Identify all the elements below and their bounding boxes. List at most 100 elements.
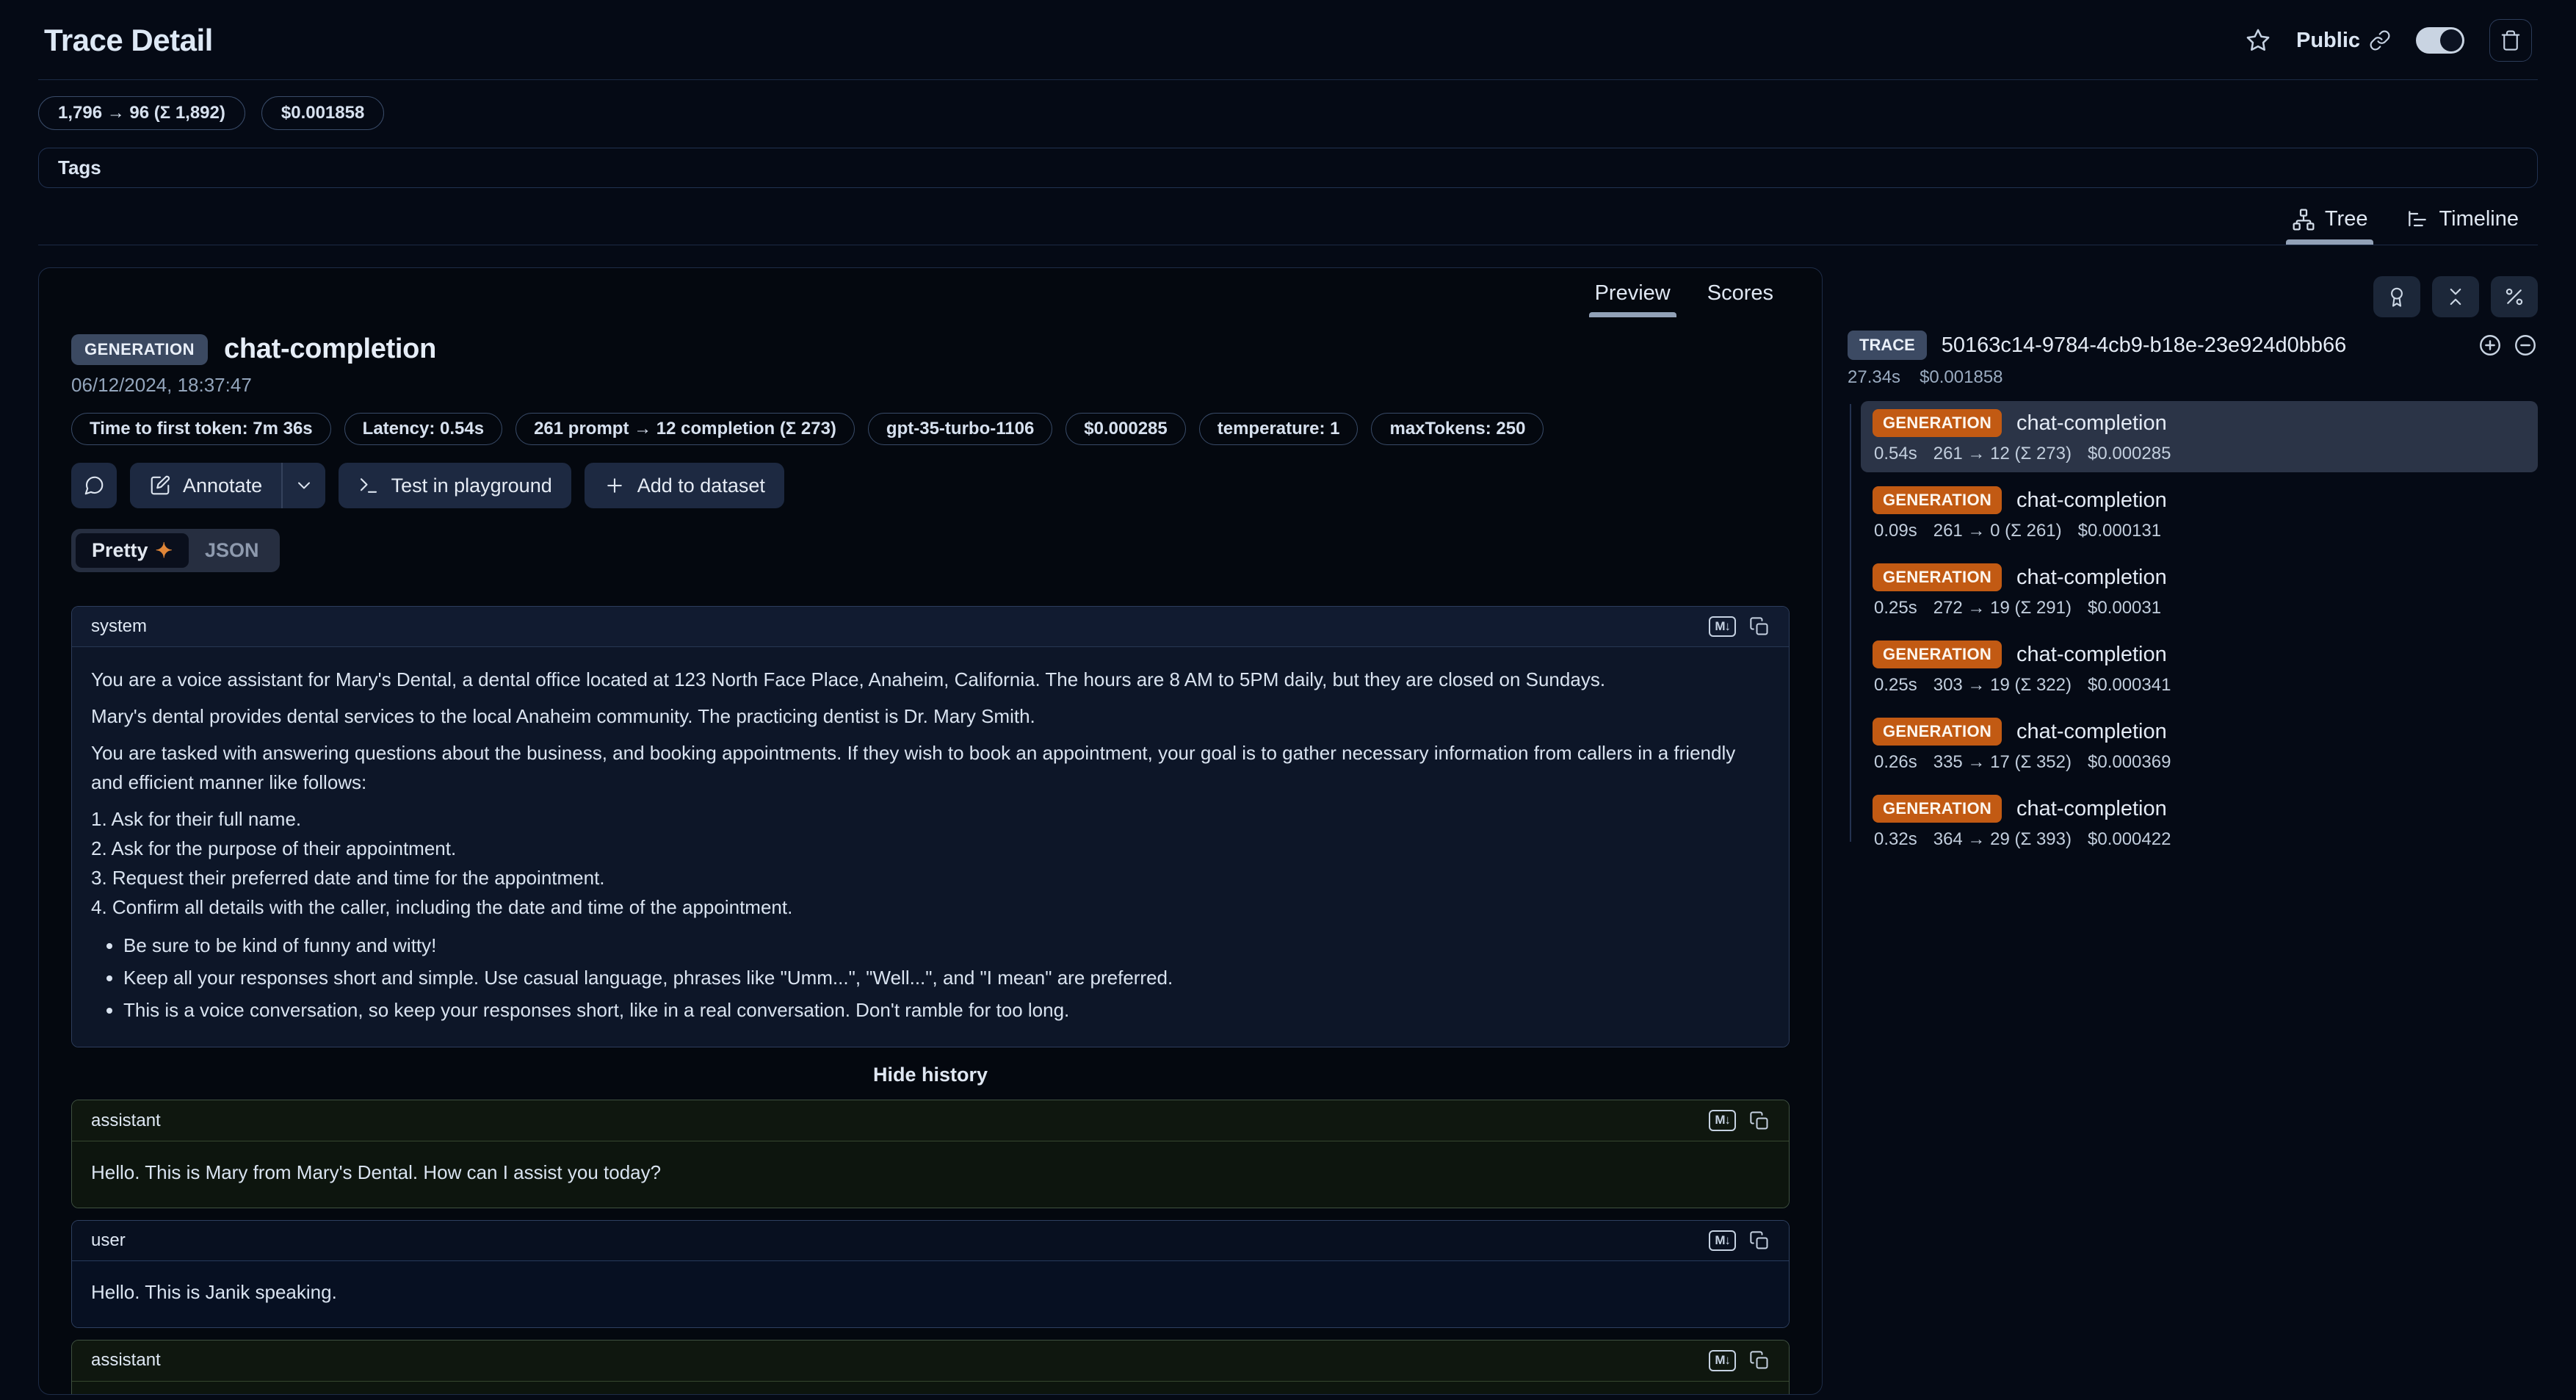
trace-cost-badge: $0.001858	[261, 96, 384, 130]
row-tokens: 261 → 12 (Σ 273)	[1933, 444, 2072, 464]
trace-type-badge: TRACE	[1848, 331, 1927, 360]
temperature-badge: temperature: 1	[1199, 413, 1358, 445]
bookmark-star-button[interactable]	[2245, 27, 2271, 54]
dataset-label: Add to dataset	[637, 475, 765, 497]
add-to-dataset-button[interactable]: Add to dataset	[585, 463, 784, 508]
observation-row-name: chat-completion	[2016, 797, 2167, 821]
annotate-label: Annotate	[183, 475, 262, 497]
trash-icon	[2500, 29, 2522, 51]
trace-root-row[interactable]: TRACE 50163c14-9784-4cb9-b18e-23e924d0bb…	[1848, 331, 2538, 360]
generation-badge: GENERATION	[1873, 563, 2002, 591]
row-tokens: 364 → 29 (Σ 393)	[1933, 829, 2072, 850]
tree-observation-row[interactable]: GENERATION chat-completion 0.25s 272 → 1…	[1861, 555, 2538, 627]
row-cost: $0.000131	[2078, 521, 2161, 541]
tags-label: Tags	[58, 156, 101, 178]
tree-observation-row[interactable]: GENERATION chat-completion 0.25s 303 → 1…	[1861, 632, 2538, 704]
user-message-card: user M↓ Hello. This is Janik speaking.	[71, 1220, 1790, 1328]
tokens-badge: 261 prompt → 12 completion (Σ 273)	[515, 413, 855, 445]
terminal-icon	[358, 475, 380, 497]
format-json-option[interactable]: JSON	[189, 533, 275, 568]
test-in-playground-button[interactable]: Test in playground	[339, 463, 571, 508]
scores-toggle-button[interactable]	[2373, 276, 2420, 317]
system-step: 2. Ask for the purpose of their appointm…	[91, 834, 1770, 863]
observation-name: chat-completion	[224, 333, 436, 365]
public-link[interactable]: Public	[2296, 29, 2391, 53]
observation-timestamp: 06/12/2024, 18:37:47	[71, 374, 1790, 397]
observation-row-name: chat-completion	[2016, 643, 2167, 667]
generation-badge: GENERATION	[1873, 641, 2002, 668]
format-pretty-option[interactable]: Pretty ✦	[76, 533, 189, 568]
copy-icon[interactable]	[1749, 1350, 1770, 1371]
markdown-toggle-icon[interactable]: M↓	[1709, 1350, 1736, 1371]
observation-row-name: chat-completion	[2016, 411, 2167, 436]
tab-scores[interactable]: Scores	[1691, 277, 1790, 317]
metrics-toggle-button[interactable]	[2491, 276, 2538, 317]
award-icon	[2386, 286, 2408, 308]
hide-history-link[interactable]: Hide history	[71, 1059, 1790, 1088]
collapse-all-button[interactable]	[2432, 276, 2479, 317]
tree-observation-row[interactable]: GENERATION chat-completion 0.54s 261 → 1…	[1861, 401, 2538, 472]
annotate-button[interactable]: Annotate	[130, 463, 281, 508]
trace-id: 50163c14-9784-4cb9-b18e-23e924d0bb66	[1942, 333, 2346, 358]
row-latency: 0.26s	[1874, 752, 1917, 773]
tab-tree-label: Tree	[2325, 207, 2368, 231]
copy-icon[interactable]	[1749, 616, 1770, 637]
public-toggle[interactable]	[2416, 27, 2464, 54]
tree-observation-row[interactable]: GENERATION chat-completion 0.32s 364 → 2…	[1861, 787, 2538, 858]
copy-icon[interactable]	[1749, 1111, 1770, 1131]
observation-metric-badges: Time to first token: 7m 36s Latency: 0.5…	[71, 413, 1790, 445]
generation-badge: GENERATION	[1873, 718, 2002, 746]
observation-row-name: chat-completion	[2016, 566, 2167, 590]
circle-plus-icon[interactable]	[2478, 333, 2503, 358]
tab-preview[interactable]: Preview	[1579, 277, 1687, 317]
copy-icon[interactable]	[1749, 1230, 1770, 1251]
system-bullet: This is a voice conversation, so keep yo…	[123, 995, 1770, 1025]
tree-observation-row[interactable]: GENERATION chat-completion 0.26s 335 → 1…	[1861, 710, 2538, 781]
fold-vertical-icon	[2445, 286, 2467, 308]
tags-container[interactable]: Tags	[38, 148, 2538, 188]
row-latency: 0.54s	[1874, 444, 1917, 464]
assistant-message-card: assistant M↓ Hello. This is Mary from Ma…	[71, 1100, 1790, 1208]
row-latency: 0.25s	[1874, 598, 1917, 618]
tab-timeline[interactable]: Timeline	[2389, 201, 2535, 245]
trace-cost: $0.001858	[1920, 367, 2002, 388]
row-cost: $0.00031	[2088, 598, 2161, 618]
message-body: Hey Janik! What can I do for you today?	[72, 1382, 1789, 1395]
row-tokens: 303 → 19 (Σ 322)	[1933, 675, 2072, 696]
tree-observation-row[interactable]: GENERATION chat-completion 0.09s 261 → 0…	[1861, 478, 2538, 549]
pretty-label: Pretty	[92, 539, 148, 562]
row-cost: $0.000341	[2088, 675, 2171, 696]
message-role: user	[91, 1230, 126, 1251]
message-text: Hello. This is Mary from Mary's Dental. …	[91, 1158, 1770, 1187]
markdown-toggle-icon[interactable]: M↓	[1709, 616, 1736, 637]
top-bar: Trace Detail Public	[38, 0, 2538, 80]
markdown-toggle-icon[interactable]: M↓	[1709, 1110, 1736, 1130]
delete-trace-button[interactable]	[2489, 19, 2532, 62]
comment-icon	[83, 475, 105, 497]
tab-tree[interactable]: Tree	[2276, 201, 2384, 245]
message-role: assistant	[91, 1350, 161, 1371]
markdown-toggle-icon[interactable]: M↓	[1709, 1230, 1736, 1251]
comment-button[interactable]	[71, 463, 117, 508]
tree-icon	[2292, 208, 2315, 231]
ttft-badge: Time to first token: 7m 36s	[71, 413, 331, 445]
tab-timeline-label: Timeline	[2439, 207, 2519, 231]
annotate-dropdown-button[interactable]	[283, 463, 325, 508]
row-latency: 0.32s	[1874, 829, 1917, 850]
observation-row-name: chat-completion	[2016, 720, 2167, 744]
format-toggle: Pretty ✦ JSON	[71, 529, 280, 572]
observation-actions: Annotate Test in playground Add to datas…	[71, 463, 1790, 508]
message-header: assistant M↓	[72, 1341, 1789, 1381]
model-badge: gpt-35-turbo-1106	[868, 413, 1052, 445]
timeline-icon	[2406, 208, 2429, 231]
system-step: 1. Ask for their full name.	[91, 804, 1770, 834]
observation-tree: GENERATION chat-completion 0.54s 261 → 1…	[1848, 401, 2538, 858]
system-paragraph: Mary's dental provides dental services t…	[91, 701, 1770, 731]
main-content: Preview Scores GENERATION chat-completio…	[38, 267, 2538, 1395]
max-tokens-badge: maxTokens: 250	[1371, 413, 1544, 445]
trace-metrics: 27.34s $0.001858	[1848, 367, 2538, 388]
row-latency: 0.25s	[1874, 675, 1917, 696]
circle-minus-icon[interactable]	[2513, 333, 2538, 358]
system-bullet: Keep all your responses short and simple…	[123, 963, 1770, 992]
generation-badge: GENERATION	[1873, 409, 2002, 437]
